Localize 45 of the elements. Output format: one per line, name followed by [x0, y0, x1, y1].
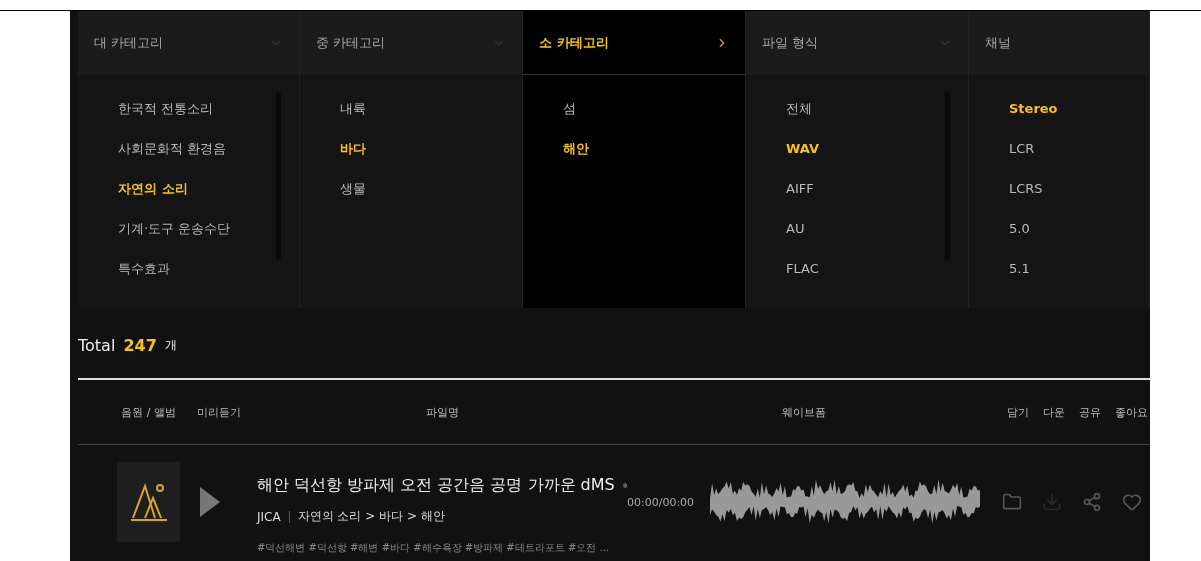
filter-option[interactable]: 바다 [340, 140, 522, 158]
column-header: 파일명 [424, 404, 460, 420]
total-unit: 개 [164, 336, 177, 354]
filter-option[interactable]: 자연의 소리 [118, 180, 299, 198]
filter-header[interactable]: 소 카테고리 [539, 33, 609, 52]
column-header: 웨이브폼 [780, 404, 827, 420]
filter-header[interactable]: 파일 형식 [762, 33, 819, 52]
filter-option[interactable]: LCRS [1009, 180, 1149, 198]
filter-option[interactable]: 전체 [786, 100, 968, 118]
filter-option[interactable]: 한국적 전통소리 [118, 100, 299, 118]
track-title[interactable]: 해안 덕선항 방파제 오전 공간음 공명 가까운 dMS [257, 475, 615, 496]
column-header: 공유 [1079, 404, 1101, 420]
play-button[interactable] [199, 487, 220, 517]
column-header: 담기 [1007, 404, 1029, 420]
column-header: 다운 [1043, 404, 1065, 420]
filter-option[interactable]: 5.1 [1009, 260, 1149, 278]
filter-option[interactable]: 기계·도구 운송수단 [118, 220, 299, 238]
filter-header[interactable]: 대 카테고리 [94, 33, 164, 52]
filter-option[interactable]: Stereo [1009, 100, 1149, 118]
folder-icon[interactable] [1002, 492, 1022, 512]
filter-option[interactable]: WAV [786, 140, 968, 158]
heart-icon[interactable] [1122, 492, 1142, 512]
track-tags: #덕선해변 #덕선항 #해변 #바다 #해수욕장 #방파제 #테트라포트 #오전 ... [257, 541, 627, 555]
filter-option[interactable]: 사회문화적 환경음 [118, 140, 299, 158]
filter-option[interactable]: 내륙 [340, 100, 522, 118]
filter-option[interactable]: 생물 [340, 180, 522, 198]
filter-option[interactable]: AU [786, 220, 968, 238]
play-time: 00:00/00:00 [627, 495, 696, 509]
artist-name[interactable]: JICA [257, 509, 281, 524]
column-header: 미리듣기 [195, 404, 242, 420]
total-label: Total [78, 335, 116, 355]
filter-option[interactable]: 섬 [563, 100, 745, 118]
filter-header[interactable]: 중 카테고리 [316, 33, 386, 52]
share-icon[interactable] [1082, 492, 1102, 512]
column-header: 좋아요 [1115, 404, 1148, 420]
filter-option[interactable]: 특수효과 [118, 260, 299, 278]
column-header: 음원 / 앨범 [120, 404, 177, 420]
filter-header[interactable]: 채널 [985, 33, 1011, 52]
filter-option[interactable]: 5.0 [1009, 220, 1149, 238]
filter-option[interactable]: AIFF [786, 180, 968, 198]
filter-option[interactable]: LCR [1009, 140, 1149, 158]
total-count: 247 [123, 335, 157, 355]
category-path: 자연의 소리 > 바다 > 해안 [297, 508, 445, 525]
filter-option[interactable]: 해안 [563, 140, 745, 158]
filter-option[interactable]: FLAC [786, 260, 968, 278]
